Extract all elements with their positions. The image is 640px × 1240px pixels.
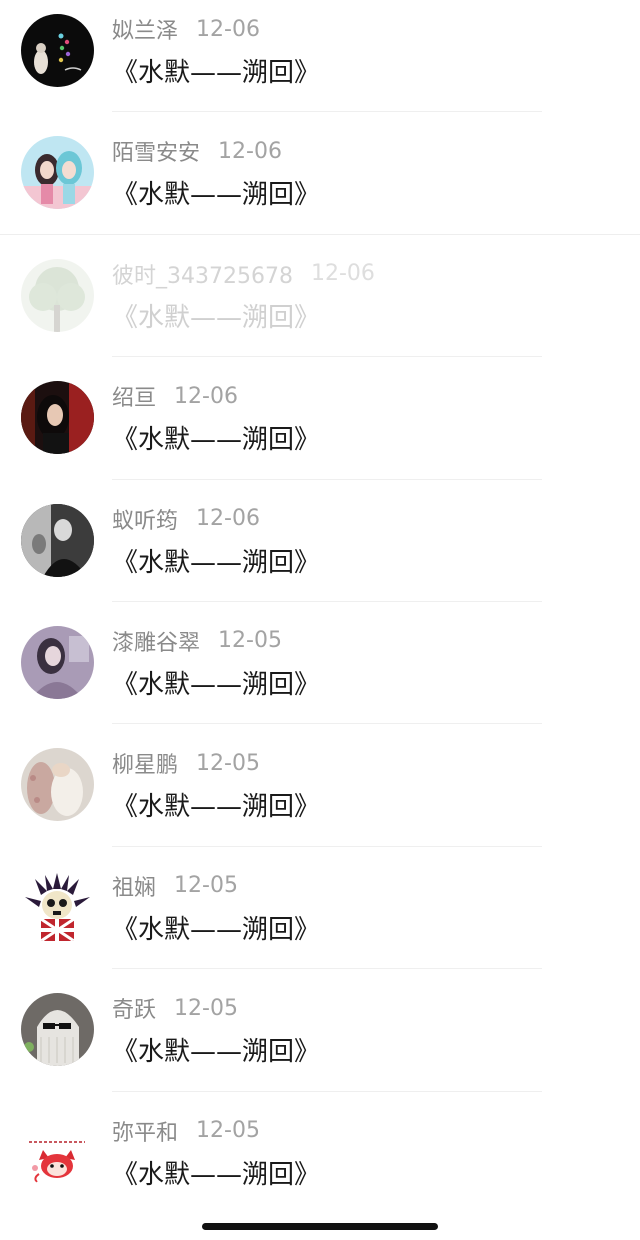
comment-text: 《水默——溯回》 <box>112 180 321 211</box>
comment-list: 姒兰泽 12-06 《水默——溯回》 陌雪安安 12-06 《水默——溯回》 彼… <box>0 0 640 1224</box>
comment-text: 《水默——溯回》 <box>112 425 321 456</box>
comment-item[interactable]: 绍亘 12-06 《水默——溯回》 <box>0 367 640 489</box>
username[interactable]: 奇跃 <box>112 992 156 1024</box>
comment-item[interactable]: 彼时_343725678 12-06 《水默——溯回》 <box>0 245 640 367</box>
avatar-dark-portrait-icon[interactable] <box>21 381 94 455</box>
comment-meta: 蚁听筠 12-06 <box>112 504 260 534</box>
comment-date: 12-05 <box>218 628 282 654</box>
comment-text: 《水默——溯回》 <box>112 914 321 945</box>
username[interactable]: 弥平和 <box>112 1115 178 1147</box>
comment-text: 《水默——溯回》 <box>112 792 321 823</box>
comment-meta: 奇跃 12-05 <box>112 992 238 1024</box>
comment-date: 12-06 <box>218 138 282 164</box>
username[interactable]: 彼时_343725678 <box>112 258 293 290</box>
avatar-tree-icon[interactable] <box>21 258 94 332</box>
avatar-sunglasses-ghost-icon[interactable] <box>21 993 94 1067</box>
comment-meta: 陌雪安安 12-06 <box>112 135 282 167</box>
divider <box>112 968 542 970</box>
comment-item[interactable]: 姒兰泽 12-06 《水默——溯回》 <box>0 0 640 122</box>
comment-date: 12-06 <box>174 383 238 409</box>
comment-text: 《水默——溯回》 <box>112 302 321 333</box>
comment-text: 《水默——溯回》 <box>112 669 321 700</box>
username[interactable]: 姒兰泽 <box>112 13 178 45</box>
username[interactable]: 绍亘 <box>112 380 156 412</box>
username[interactable]: 祖娴 <box>112 870 156 902</box>
comment-item[interactable]: 弥平和 12-05 《水默——溯回》 <box>0 1102 640 1224</box>
comment-date: 12-05 <box>174 995 238 1021</box>
comment-date: 12-06 <box>196 506 260 532</box>
comment-item[interactable]: 柳星鹏 12-05 《水默——溯回》 <box>0 734 640 856</box>
section-divider <box>0 234 640 235</box>
divider <box>112 1090 542 1092</box>
comment-item[interactable]: 奇跃 12-05 《水默——溯回》 <box>0 979 640 1101</box>
divider <box>112 478 542 480</box>
comment-text: 《水默——溯回》 <box>112 547 321 578</box>
avatar-spiky-skull-icon[interactable] <box>21 870 94 944</box>
comment-item[interactable]: 陌雪安安 12-06 《水默——溯回》 <box>0 122 640 244</box>
comment-meta: 祖娴 12-05 <box>112 871 238 901</box>
username[interactable]: 漆雕谷翠 <box>112 625 200 657</box>
divider <box>112 600 542 602</box>
comment-date: 12-05 <box>196 750 260 776</box>
comment-text: 《水默——溯回》 <box>112 1159 321 1190</box>
comment-meta: 绍亘 12-06 <box>112 380 238 412</box>
divider <box>112 356 542 358</box>
comment-date: 12-05 <box>196 1118 260 1144</box>
avatar-lavender-girl-icon[interactable] <box>21 625 94 699</box>
avatar-bw-portrait-icon[interactable] <box>21 503 94 577</box>
comment-item[interactable]: 祖娴 12-05 《水默——溯回》 <box>0 857 640 979</box>
username[interactable]: 蚁听筠 <box>112 503 178 535</box>
avatar-pale-hands-icon[interactable] <box>21 748 94 822</box>
comment-item[interactable]: 蚁听筠 12-06 《水默——溯回》 <box>0 490 640 612</box>
avatar-dark-welcome-icon[interactable] <box>21 14 94 87</box>
divider <box>112 111 542 113</box>
comment-meta: 彼时_343725678 12-06 <box>112 259 375 289</box>
comment-meta: 柳星鹏 12-05 <box>112 747 260 779</box>
comment-date: 12-06 <box>196 16 260 42</box>
comment-meta: 漆雕谷翠 12-05 <box>112 626 282 656</box>
comment-item[interactable]: 漆雕谷翠 12-05 《水默——溯回》 <box>0 612 640 734</box>
username[interactable]: 陌雪安安 <box>112 135 200 167</box>
divider <box>112 845 542 847</box>
comment-text: 《水默——溯回》 <box>112 58 321 88</box>
comment-meta: 姒兰泽 12-06 <box>112 13 260 45</box>
divider <box>112 723 542 725</box>
username[interactable]: 柳星鹏 <box>112 747 178 779</box>
comment-text: 《水默——溯回》 <box>112 1037 321 1068</box>
comment-meta: 弥平和 12-05 <box>112 1116 260 1146</box>
home-indicator[interactable] <box>202 1223 438 1230</box>
comment-date: 12-06 <box>310 261 375 287</box>
avatar-anime-girls-icon[interactable] <box>21 136 94 210</box>
avatar-red-cat-cartoon-icon[interactable] <box>21 1115 94 1189</box>
comment-date: 12-05 <box>174 873 238 899</box>
